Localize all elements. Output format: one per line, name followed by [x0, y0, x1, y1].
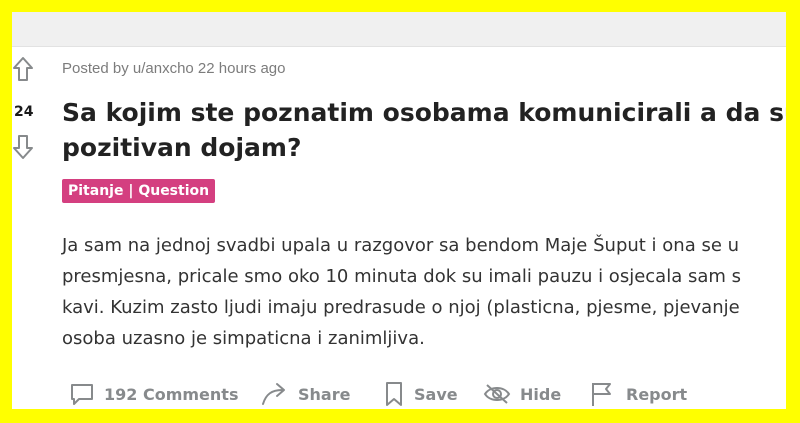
comments-label: 192 Comments: [104, 384, 239, 404]
upvote-button[interactable]: [12, 56, 34, 82]
post-body: Ja sam na jednoj svadbi upala u razgovor…: [62, 230, 786, 354]
downvote-icon: [13, 135, 33, 159]
save-icon: [386, 382, 402, 406]
hide-label: Hide: [520, 384, 562, 404]
post-title-line: Sa kojim ste poznatim osobama komunicira…: [62, 98, 786, 127]
post-body-line: Ja sam na jednoj svadbi upala u razgovor…: [62, 235, 740, 256]
save-label: Save: [414, 384, 458, 404]
vote-score: 24: [14, 104, 34, 120]
share-label: Share: [298, 384, 351, 404]
post-title[interactable]: Sa kojim ste poznatim osobama komunicira…: [62, 95, 786, 165]
post-body-line: kavi. Kuzim zasto ljudi imaju predrasude…: [62, 297, 740, 318]
yellow-frame: 24 Posted by u/anxcho 22 hours ago Sa ko…: [0, 0, 800, 423]
post-body-line: osoba uzasno je simpaticna i zanimljiva.: [62, 328, 425, 349]
post-body-line: presmjesna, pricale smo oko 10 minuta do…: [62, 266, 741, 287]
hide-icon: [483, 384, 511, 404]
share-button[interactable]: Share: [260, 378, 350, 409]
report-label: Report: [626, 384, 688, 404]
post-card: 24 Posted by u/anxcho 22 hours ago Sa ko…: [12, 12, 786, 409]
upvote-icon: [13, 57, 33, 81]
report-icon: [592, 383, 611, 406]
post-meta: Posted by u/anxcho 22 hours ago: [62, 60, 286, 77]
top-bar: [12, 12, 786, 47]
post-title-line: pozitivan dojam?: [62, 133, 302, 162]
hide-button[interactable]: Hide: [482, 378, 561, 409]
share-icon: [262, 383, 285, 405]
report-button[interactable]: Report: [588, 378, 687, 409]
save-button[interactable]: Save: [382, 378, 458, 409]
comments-button[interactable]: 192 Comments: [68, 378, 238, 409]
post-flair[interactable]: Pitanje | Question: [62, 179, 216, 203]
comment-icon: [71, 384, 93, 405]
downvote-button[interactable]: [12, 134, 34, 160]
